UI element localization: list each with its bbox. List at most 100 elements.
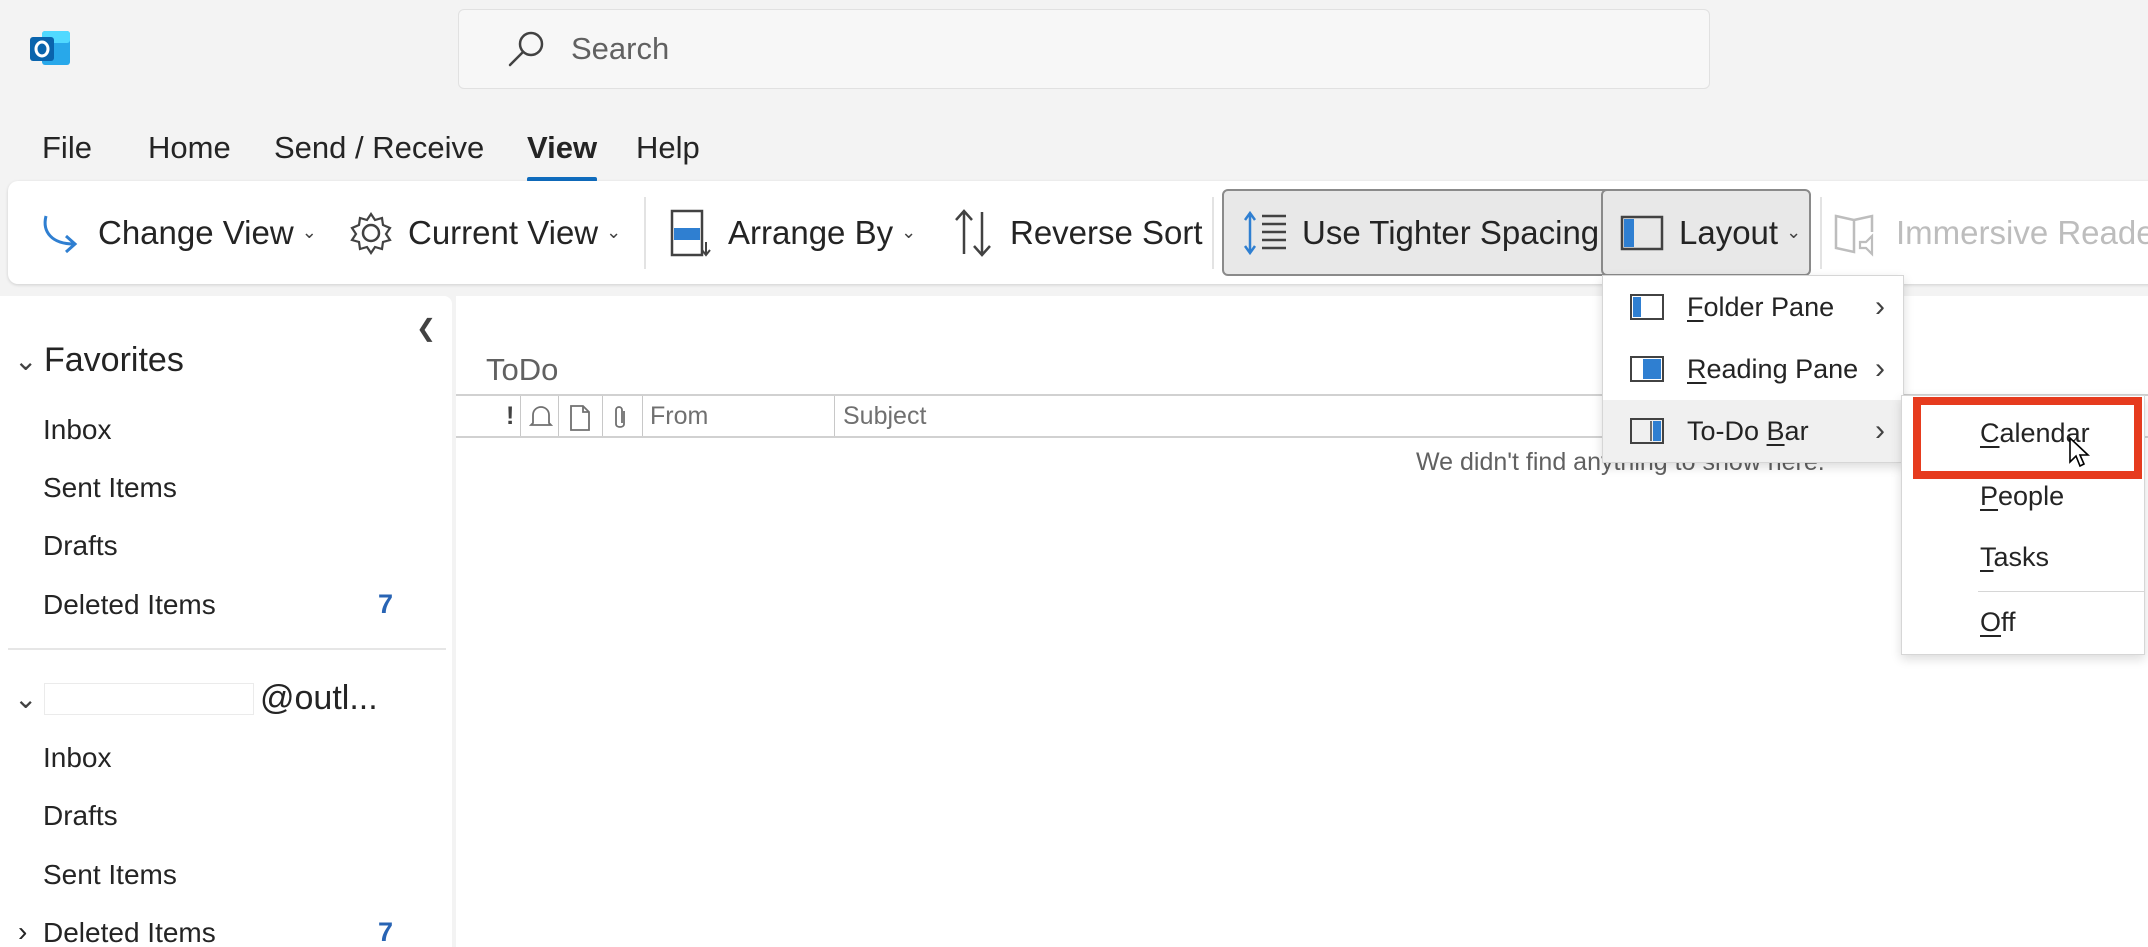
unread-count-badge: 7 (378, 917, 394, 947)
chevron-down-icon: ⌄ (14, 683, 38, 714)
chevron-down-icon: ⌄ (14, 345, 38, 376)
ribbon-toolbar: Change View ⌄ Current View ⌄ Arrange By … (8, 181, 2148, 284)
gear-icon (350, 211, 392, 255)
folder-title: ToDo (486, 352, 559, 387)
reverse-sort-label: Reverse Sort (1010, 213, 1203, 251)
sidebar-item-drafts[interactable]: Drafts (43, 800, 118, 832)
account-header[interactable]: ⌄ @outl... (14, 679, 378, 718)
submenu-divider (1978, 591, 2144, 592)
tighter-spacing-label: Use Tighter Spacing (1302, 213, 1600, 251)
change-view-label: Change View (98, 213, 294, 251)
collapse-pane-icon[interactable]: ❮ (416, 314, 436, 343)
importance-column[interactable]: ! (506, 402, 514, 431)
sidebar-item-deleted-items[interactable]: Deleted Items (43, 917, 216, 947)
search-placeholder: Search (571, 31, 670, 66)
menu-item-reading-pane[interactable]: Reading Pane › (1603, 338, 1903, 400)
chevron-down-icon: ⌄ (901, 222, 917, 242)
immersive-reader-icon (1834, 213, 1874, 257)
menu-item-folder-pane[interactable]: Folder Pane › (1603, 276, 1903, 338)
submenu-item-label: eople (1998, 481, 2065, 511)
arrange-by-label: Arrange By (728, 213, 894, 251)
ribbon-divider (1820, 197, 1822, 269)
reverse-sort-icon (955, 208, 991, 257)
menu-item-label: To-Do (1687, 415, 1767, 446)
current-view-button[interactable]: Current View ⌄ (348, 181, 621, 284)
search-icon (508, 31, 544, 67)
unread-count-badge: 7 (378, 589, 394, 619)
submenu-item-label: asks (1993, 542, 2050, 572)
accelerator-key: F (1687, 291, 1704, 322)
reminder-bell-icon[interactable] (529, 405, 553, 431)
layout-menu: Folder Pane › Reading Pane › To-Do Bar › (1602, 275, 1904, 463)
submenu-item-off[interactable]: Off (1980, 607, 2016, 638)
menu-item-label: eading Pane (1706, 353, 1859, 384)
layout-icon (1620, 215, 1664, 250)
sidebar-item-sent-items[interactable]: Sent Items (43, 472, 177, 504)
sidebar-divider (8, 648, 446, 650)
accelerator-key: B (1766, 415, 1785, 446)
ribbon-divider (1212, 197, 1214, 269)
layout-label: Layout (1679, 213, 1779, 251)
menu-item-label: older Pane (1703, 291, 1835, 322)
immersive-reader-label: Immersive Reader (1896, 213, 2148, 251)
document-icon[interactable] (568, 404, 592, 432)
menu-item-to-do-bar[interactable]: To-Do Bar › (1603, 400, 1903, 462)
accelerator-key: O (1980, 607, 2002, 637)
ribbon-tabs: File Home Send / Receive View Help (0, 120, 900, 182)
ribbon-divider (644, 197, 646, 269)
arrange-by-icon (670, 209, 711, 257)
redacted-account-name (44, 682, 254, 715)
chevron-right-icon: › (1875, 414, 1885, 447)
chevron-down-icon: ⌄ (301, 222, 317, 242)
sidebar-item-deleted-items[interactable]: Deleted Items (43, 589, 216, 621)
highlight-annotation-box (1913, 397, 2142, 479)
reverse-sort-button[interactable]: Reverse Sort (950, 181, 1203, 284)
chevron-down-icon: ⌄ (1786, 222, 1802, 242)
to-do-bar-icon (1630, 418, 1664, 444)
reading-pane-icon (1630, 356, 1664, 382)
account-title: @outl... (260, 679, 378, 717)
column-divider (834, 396, 835, 436)
folder-pane-icon (1630, 294, 1664, 320)
tab-help[interactable]: Help (636, 130, 700, 166)
chevron-right-icon: › (1875, 352, 1885, 385)
folder-pane: ❮ ⌄ Favorites Inbox Sent Items Drafts De… (0, 296, 452, 947)
immersive-reader-button[interactable]: Immersive Reader (1832, 181, 2148, 284)
tab-home[interactable]: Home (148, 130, 231, 166)
current-view-label: Current View (408, 213, 599, 251)
sidebar-item-inbox[interactable]: Inbox (43, 742, 112, 774)
favorites-header[interactable]: ⌄ Favorites (14, 341, 184, 380)
attachment-icon[interactable] (610, 404, 630, 432)
arrange-by-button[interactable]: Arrange By ⌄ (668, 181, 916, 284)
outlook-logo-icon (30, 31, 70, 65)
submenu-item-tasks[interactable]: Tasks (1980, 542, 2049, 573)
subject-column[interactable]: Subject (843, 402, 926, 431)
mouse-cursor-icon (2069, 436, 2091, 468)
submenu-item-people[interactable]: People (1980, 481, 2064, 512)
submenu-item-label: ff (2001, 607, 2016, 637)
sidebar-item-sent-items[interactable]: Sent Items (43, 859, 177, 891)
use-tighter-spacing-button[interactable]: Use Tighter Spacing (1222, 189, 1612, 276)
column-divider (602, 396, 603, 436)
column-divider (642, 396, 643, 436)
change-view-icon (43, 215, 78, 253)
column-divider (520, 396, 521, 436)
tab-view[interactable]: View (527, 130, 598, 182)
tab-file[interactable]: File (42, 130, 92, 166)
chevron-down-icon: ⌄ (606, 222, 622, 242)
sidebar-item-inbox[interactable]: Inbox (43, 414, 112, 446)
tighter-spacing-icon (1243, 210, 1286, 255)
column-divider (558, 396, 559, 436)
accelerator-key: T (1980, 542, 1994, 572)
chevron-right-icon[interactable]: › (18, 916, 27, 947)
layout-button[interactable]: Layout ⌄ (1601, 189, 1811, 276)
tab-send-receive[interactable]: Send / Receive (274, 130, 484, 166)
from-column[interactable]: From (650, 402, 708, 431)
menu-item-label: ar (1784, 415, 1809, 446)
chevron-right-icon: › (1875, 290, 1885, 323)
search-box[interactable]: Search (458, 9, 1710, 89)
change-view-button[interactable]: Change View ⌄ (38, 181, 317, 284)
favorites-title: Favorites (44, 341, 184, 379)
sidebar-item-drafts[interactable]: Drafts (43, 530, 118, 562)
accelerator-key: R (1687, 353, 1707, 384)
